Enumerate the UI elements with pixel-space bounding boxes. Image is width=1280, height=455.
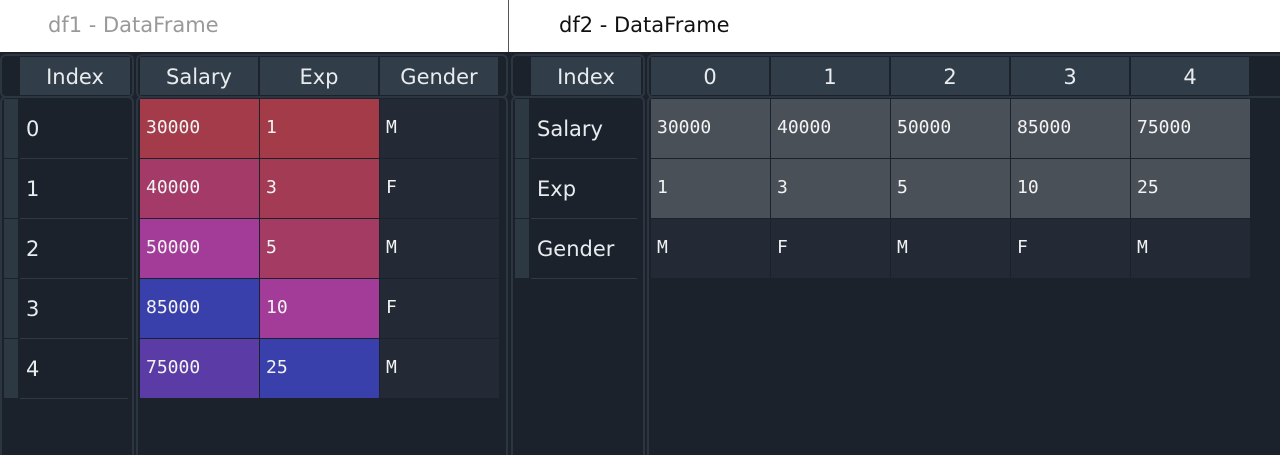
column-header[interactable]: 0	[651, 57, 769, 95]
table-cell[interactable]: 75000	[140, 339, 260, 399]
table-cell[interactable]: 30000	[140, 99, 260, 159]
df2-window: df2 - DataFrame Index 0 1 2 3 4 Salary 30000 400…	[509, 0, 1280, 455]
row-strip	[4, 99, 18, 158]
row-index[interactable]: 0	[20, 99, 128, 159]
table-cell[interactable]: M	[891, 219, 1011, 279]
table-cell[interactable]: 75000	[1131, 99, 1251, 159]
index-header[interactable]: Index	[20, 57, 130, 95]
table-cell[interactable]: 30000	[651, 99, 771, 159]
table-cell[interactable]: 85000	[1011, 99, 1131, 159]
table-cell[interactable]: 5	[260, 219, 380, 279]
table-cell[interactable]: 1	[260, 99, 380, 159]
table-cell[interactable]: M	[1131, 219, 1251, 279]
row-strip	[515, 219, 529, 278]
column-header[interactable]: 3	[1011, 57, 1129, 95]
row-strip	[4, 159, 18, 218]
row-index[interactable]: 2	[20, 219, 128, 279]
row-index[interactable]: Exp	[531, 159, 637, 219]
table-cell[interactable]: 50000	[140, 219, 260, 279]
table-cell[interactable]: 10	[260, 279, 380, 339]
table-cell[interactable]: M	[651, 219, 771, 279]
column-header[interactable]: 1	[771, 57, 889, 95]
df1-title: df1 - DataFrame	[48, 13, 219, 37]
df2-title-bar[interactable]: df2 - DataFrame	[509, 0, 1280, 52]
column-header[interactable]: 2	[891, 57, 1009, 95]
table-cell[interactable]: F	[380, 279, 500, 339]
row-index[interactable]: 4	[20, 339, 128, 399]
row-strip	[515, 99, 529, 158]
table-cell[interactable]: 25	[1131, 159, 1251, 219]
table-cell[interactable]: 1	[651, 159, 771, 219]
row-strip	[4, 219, 18, 278]
table-cell[interactable]: M	[380, 339, 500, 399]
table-cell[interactable]: F	[1011, 219, 1131, 279]
column-header[interactable]: 4	[1131, 57, 1249, 95]
df1-window: df1 - DataFrame Index Salary Exp Gender 0 300…	[0, 0, 508, 455]
table-cell[interactable]: M	[380, 99, 500, 159]
row-strip	[4, 339, 18, 398]
row-index[interactable]: 3	[20, 279, 128, 339]
row-strip	[4, 279, 18, 338]
index-header[interactable]: Index	[531, 57, 641, 95]
table-cell[interactable]: 25	[260, 339, 380, 399]
row-index[interactable]: Salary	[531, 99, 637, 159]
table-cell[interactable]: 5	[891, 159, 1011, 219]
table-cell[interactable]: 50000	[891, 99, 1011, 159]
row-index[interactable]: 1	[20, 159, 128, 219]
column-header[interactable]: Exp	[260, 57, 378, 95]
column-header[interactable]: Salary	[140, 57, 258, 95]
table-cell[interactable]: 40000	[771, 99, 891, 159]
table-cell[interactable]: F	[771, 219, 891, 279]
table-cell[interactable]: 3	[771, 159, 891, 219]
df1-title-bar[interactable]: df1 - DataFrame	[0, 0, 508, 52]
column-header[interactable]: Gender	[380, 57, 498, 95]
df2-title: df2 - DataFrame	[559, 13, 730, 37]
table-cell[interactable]: 85000	[140, 279, 260, 339]
row-index[interactable]: Gender	[531, 219, 637, 279]
row-strip	[515, 159, 529, 218]
table-cell[interactable]: F	[380, 159, 500, 219]
table-cell[interactable]: 40000	[140, 159, 260, 219]
table-cell[interactable]: M	[380, 219, 500, 279]
table-cell[interactable]: 10	[1011, 159, 1131, 219]
table-cell[interactable]: 3	[260, 159, 380, 219]
